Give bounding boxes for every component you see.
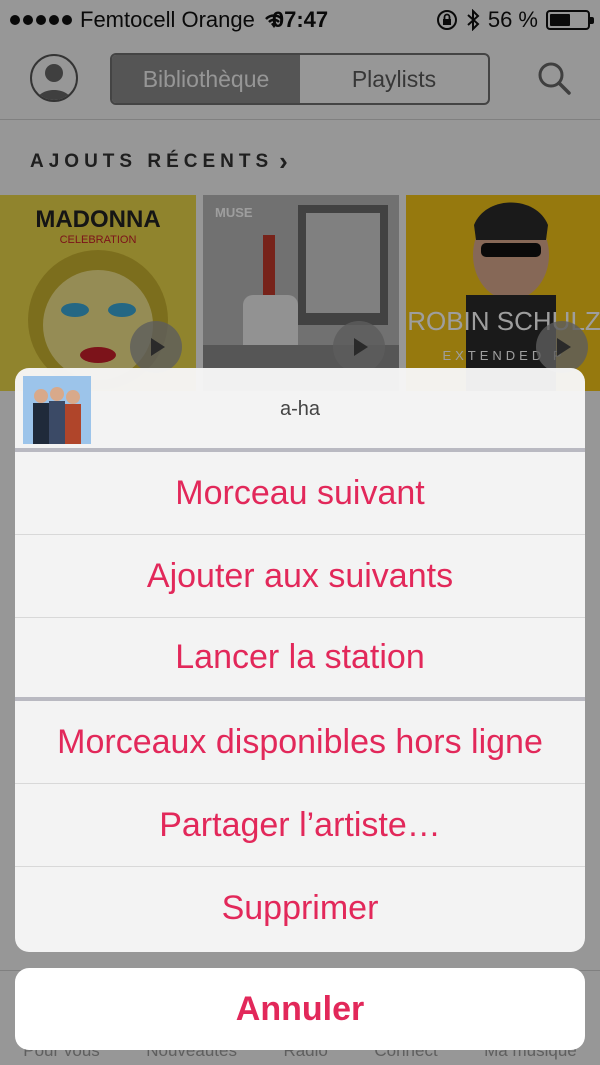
make-available-offline-button[interactable]: Morceaux disponibles hors ligne	[15, 701, 585, 784]
cancel-button[interactable]: Annuler	[15, 968, 585, 1050]
share-artist-button[interactable]: Partager l’artiste…	[15, 784, 585, 867]
add-to-up-next-button[interactable]: Ajouter aux suivants	[15, 535, 585, 618]
play-next-button[interactable]: Morceau suivant	[15, 452, 585, 535]
action-sheet-header: a-ha	[15, 368, 585, 452]
delete-button[interactable]: Supprimer	[15, 867, 585, 950]
artist-name: a-ha	[279, 398, 321, 420]
start-station-button[interactable]: Lancer la station	[15, 618, 585, 701]
artist-action-sheet: a-ha Morceau suivant Ajouter aux suivant…	[15, 368, 585, 952]
